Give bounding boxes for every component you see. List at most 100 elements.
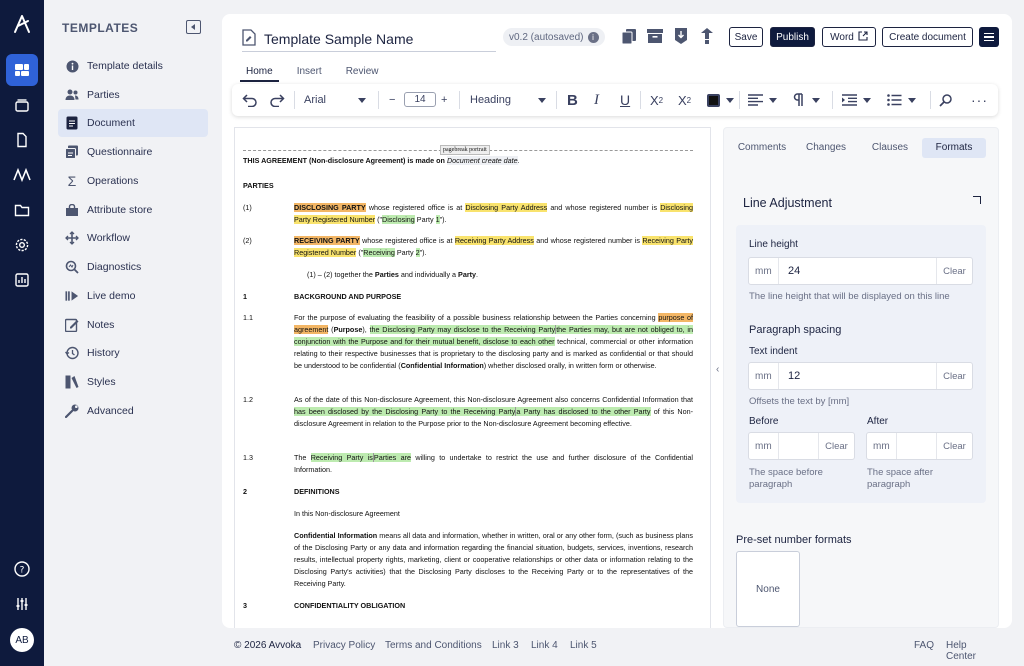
after-clear-button[interactable]: Clear: [936, 433, 972, 459]
agreement-intro[interactable]: THIS AGREEMENT (Non-disclosure Agreement…: [243, 155, 695, 167]
file-icon[interactable]: [6, 124, 38, 156]
stack-icon[interactable]: [6, 89, 38, 121]
font-family-select[interactable]: Arial: [304, 92, 366, 108]
sidebar-item-questionnaire[interactable]: Questionnaire: [58, 138, 208, 166]
sidebar-item-operations[interactable]: Σ Operations: [58, 167, 208, 195]
italic-icon[interactable]: I: [594, 92, 599, 108]
align-left-icon[interactable]: [748, 92, 777, 108]
download-icon[interactable]: [672, 27, 690, 45]
tab-clauses[interactable]: Clauses: [858, 138, 922, 158]
line-height-input[interactable]: 24: [779, 265, 936, 277]
document-canvas[interactable]: pagebreak portrait THIS AGREEMENT (Non-d…: [234, 127, 711, 628]
decrease-size-icon[interactable]: −: [389, 92, 395, 108]
sidebar-item-label: Live demo: [87, 290, 136, 302]
sidebar-item-document[interactable]: Document: [58, 109, 208, 137]
templates-icon[interactable]: [6, 54, 38, 86]
collapse-panel-chevron-icon[interactable]: ‹: [716, 364, 719, 375]
avvoka-logo-icon[interactable]: [6, 8, 38, 40]
footer-link-4[interactable]: Link 4: [531, 640, 558, 651]
copy-icon[interactable]: [620, 27, 638, 45]
document-title-field[interactable]: Template Sample Name: [242, 26, 496, 52]
footer-link-help-center[interactable]: Help Center: [946, 640, 998, 662]
text-color-picker[interactable]: [707, 92, 734, 108]
sidebar-item-styles[interactable]: Styles: [58, 368, 208, 396]
sidebar-item-attribute-store[interactable]: Attribute store: [58, 196, 208, 224]
word-button-label: Word: [830, 31, 854, 43]
sidebar-item-history[interactable]: History: [58, 339, 208, 367]
folder-icon[interactable]: [6, 194, 38, 226]
preset-none-option[interactable]: None: [736, 551, 800, 627]
publish-button[interactable]: Publish: [770, 27, 815, 47]
before-field: mm Clear: [748, 432, 855, 460]
text-indent-label: Text indent: [749, 346, 798, 357]
reports-chart-icon[interactable]: [6, 264, 38, 296]
analytics-m-icon[interactable]: [6, 159, 38, 191]
collapse-sidebar-icon[interactable]: [186, 20, 201, 34]
text-indent-input[interactable]: 12: [779, 370, 936, 382]
footer-link-3[interactable]: Link 3: [492, 640, 519, 651]
sidebar-item-label: History: [87, 347, 120, 359]
line-height-clear-button[interactable]: Clear: [936, 258, 972, 284]
help-icon[interactable]: ?: [6, 553, 38, 585]
sidebar-item-diagnostics[interactable]: Diagnostics: [58, 253, 208, 281]
expand-corner-icon[interactable]: [973, 196, 981, 204]
footer-link-faq[interactable]: FAQ: [914, 640, 934, 651]
paragraph-spacing-heading: Paragraph spacing: [749, 324, 842, 336]
sidebar-item-notes[interactable]: Notes: [58, 311, 208, 339]
hamburger-menu-icon[interactable]: [979, 27, 999, 47]
font-size-input[interactable]: 14: [404, 92, 436, 107]
redo-icon[interactable]: [269, 92, 285, 108]
panel-tabs: Comments Changes Clauses Formats: [730, 138, 986, 158]
find-replace-icon[interactable]: [939, 92, 954, 108]
store-icon: [65, 203, 79, 217]
undo-icon[interactable]: [242, 92, 258, 108]
footer-link-5[interactable]: Link 5: [570, 640, 597, 651]
word-export-button[interactable]: Word: [822, 27, 876, 47]
archive-icon[interactable]: [646, 27, 664, 45]
version-info-icon[interactable]: i: [587, 31, 599, 43]
more-options-icon[interactable]: ···: [971, 92, 988, 108]
sidebar-item-parties[interactable]: Parties: [58, 81, 208, 109]
user-avatar[interactable]: AB: [10, 628, 34, 652]
before-clear-button[interactable]: Clear: [818, 433, 854, 459]
tab-home[interactable]: Home: [240, 66, 279, 82]
sidebar-item-label: Attribute store: [87, 204, 153, 216]
underline-icon[interactable]: U: [620, 92, 630, 108]
create-document-button[interactable]: Create document: [882, 27, 973, 47]
upload-icon[interactable]: [698, 27, 716, 45]
text-indent-clear-button[interactable]: Clear: [936, 363, 972, 389]
chevron-down-icon: [908, 97, 916, 103]
paragraph-mark-icon[interactable]: [792, 92, 820, 108]
sidebar-item-template-details[interactable]: Template details: [58, 52, 208, 80]
indent-icon[interactable]: [842, 92, 871, 108]
settings-gear-icon[interactable]: [6, 229, 38, 261]
bullet-list-icon[interactable]: [887, 92, 916, 108]
increase-size-icon[interactable]: +: [441, 92, 447, 108]
tab-insert[interactable]: Insert: [291, 66, 328, 82]
superscript-icon[interactable]: X2: [678, 92, 691, 108]
paragraph-style-select[interactable]: Heading: [470, 92, 546, 108]
sidebar-item-label: Workflow: [87, 232, 130, 244]
footer-link-terms[interactable]: Terms and Conditions: [385, 640, 482, 651]
format-panel: Comments Changes Clauses Formats Line Ad…: [723, 127, 999, 628]
sidebar-item-workflow[interactable]: Workflow: [58, 224, 208, 252]
subscript-icon[interactable]: X2: [650, 92, 663, 108]
tab-review[interactable]: Review: [340, 66, 385, 82]
bold-icon[interactable]: B: [567, 92, 578, 109]
sidebar-item-live-demo[interactable]: Live demo: [58, 282, 208, 310]
sliders-icon[interactable]: [6, 588, 38, 620]
tab-comments[interactable]: Comments: [730, 138, 794, 158]
save-button[interactable]: Save: [729, 27, 763, 47]
after-help: The space after paragraph: [867, 467, 934, 490]
sidebar-title: TEMPLATES: [62, 21, 139, 35]
color-swatch-icon: [707, 93, 720, 107]
tab-formats[interactable]: Formats: [922, 138, 986, 158]
sidebar-item-label: Styles: [87, 376, 116, 388]
history-icon: [65, 346, 79, 360]
parties-together-line[interactable]: (1) – (2) together the Parties and indiv…: [307, 269, 687, 281]
sidebar-item-label: Parties: [87, 89, 120, 101]
line-adjustment-title: Line Adjustment: [743, 196, 832, 210]
footer-link-privacy[interactable]: Privacy Policy: [313, 640, 375, 651]
tab-changes[interactable]: Changes: [794, 138, 858, 158]
sidebar-item-advanced[interactable]: Advanced: [58, 397, 208, 425]
